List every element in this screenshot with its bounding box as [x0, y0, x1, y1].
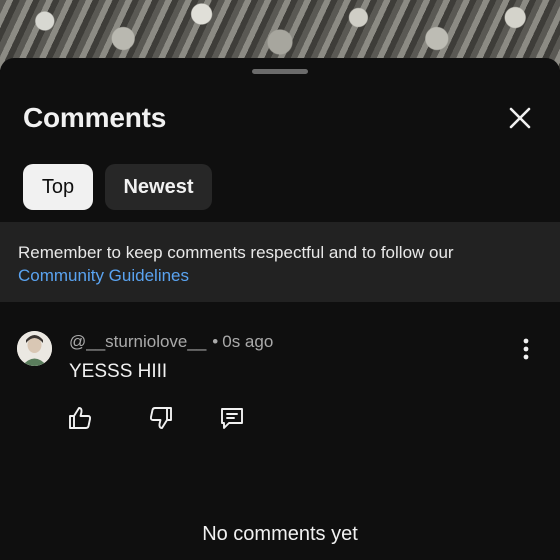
like-button[interactable]	[67, 405, 93, 431]
notice-text-block: Remember to keep comments respectful and…	[18, 241, 548, 287]
comment-time: 0s ago	[222, 332, 274, 351]
avatar[interactable]	[17, 331, 52, 366]
more-vert-icon	[523, 338, 529, 360]
comment-text: YESSS HIII	[69, 361, 168, 382]
close-button[interactable]	[504, 102, 536, 134]
meta-separator: •	[212, 332, 219, 351]
tab-top[interactable]: Top	[23, 164, 93, 210]
comments-sheet: Comments Top Newest Remember to keep com…	[0, 58, 560, 560]
community-notice: Remember to keep comments respectful and…	[0, 222, 560, 302]
comment-more-button[interactable]	[514, 336, 538, 362]
empty-state-text: No comments yet	[202, 523, 358, 545]
avatar-image	[17, 331, 52, 366]
thumbs-up-icon	[69, 407, 92, 429]
thumbs-down-icon	[149, 407, 172, 429]
page-title: Comments	[23, 102, 167, 133]
community-guidelines-link[interactable]: Community Guidelines	[18, 266, 189, 285]
comment-meta: @__sturniolove__ • 0s ago	[69, 332, 273, 352]
reply-icon	[221, 408, 243, 429]
drag-handle[interactable]	[252, 69, 308, 74]
close-icon	[509, 107, 531, 129]
notice-message: Remember to keep comments respectful and…	[18, 243, 454, 262]
comment-author[interactable]: @__sturniolove__	[69, 332, 206, 351]
dislike-button[interactable]	[148, 405, 174, 431]
tab-newest[interactable]: Newest	[105, 164, 212, 210]
reply-button[interactable]	[219, 405, 245, 431]
